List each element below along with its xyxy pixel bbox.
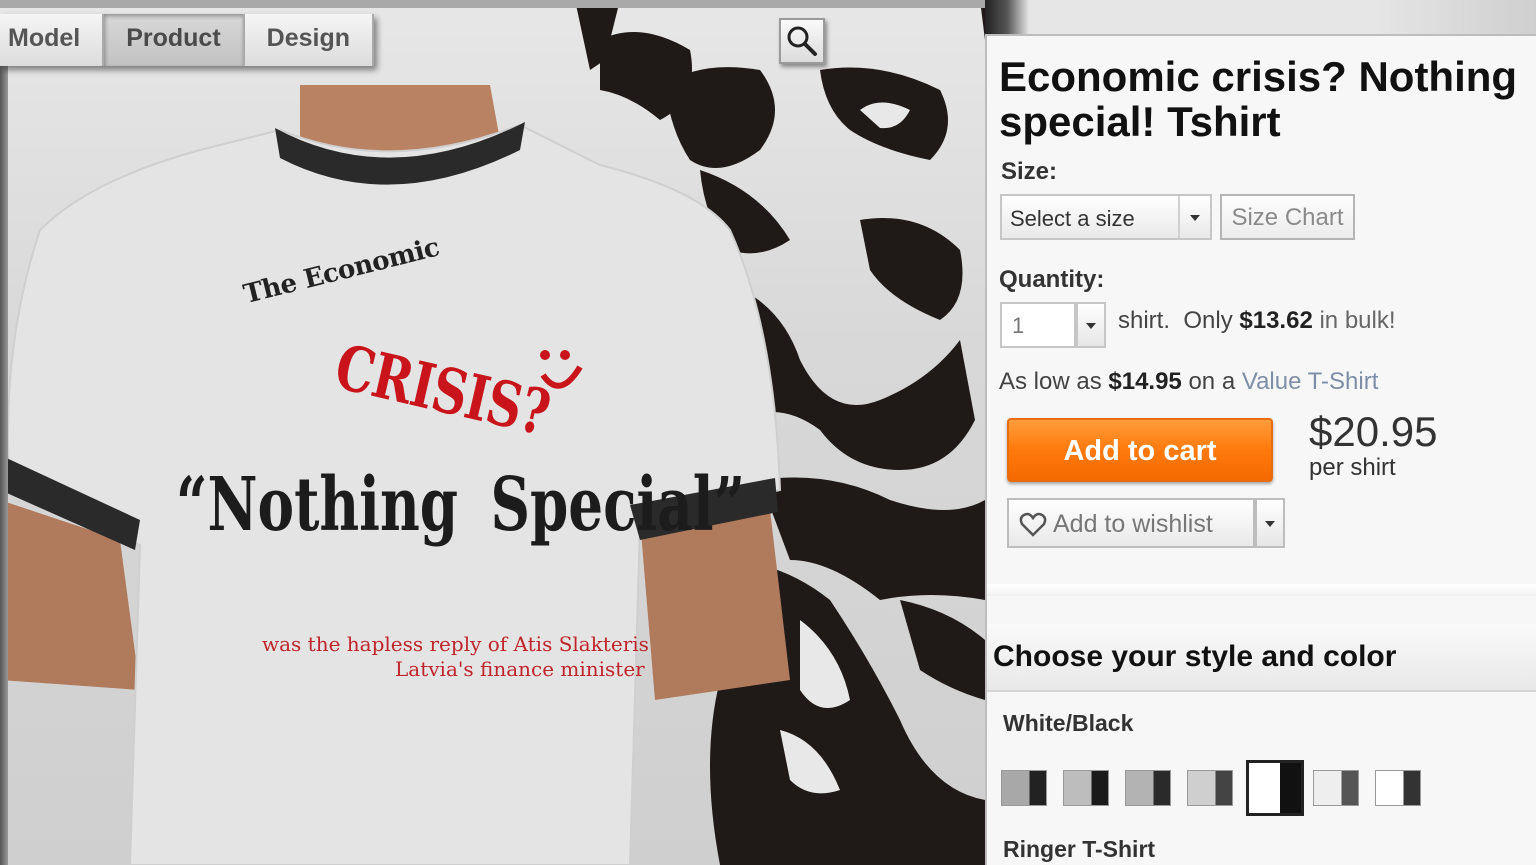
tab-design[interactable]: Design bbox=[244, 14, 375, 66]
color-swatch[interactable] bbox=[1246, 760, 1304, 816]
lowas-price: $14.95 bbox=[1108, 368, 1182, 395]
product-viewer: The Economic CRISIS? “Nothing Special” w… bbox=[0, 0, 985, 865]
chevron-down-icon bbox=[1086, 323, 1096, 329]
color-swatch[interactable] bbox=[1187, 770, 1233, 806]
selected-style-name: Ringer T-Shirt bbox=[1003, 836, 1156, 862]
lowas-prefix: As low as bbox=[999, 368, 1102, 395]
qty-bulk: in bulk! bbox=[1319, 307, 1396, 334]
heart-icon bbox=[1019, 512, 1047, 537]
viewer-top-border bbox=[0, 0, 985, 8]
price-unit: per shirt bbox=[1309, 454, 1396, 481]
price: $20.95 bbox=[1309, 408, 1438, 455]
size-label: Size: bbox=[1001, 158, 1058, 185]
viewer-left-border bbox=[0, 64, 8, 865]
zoom-button[interactable] bbox=[779, 18, 825, 64]
wishlist-label: Add to wishlist bbox=[1053, 510, 1213, 538]
chevron-down-icon bbox=[1178, 196, 1210, 238]
chevron-down-icon bbox=[1265, 521, 1275, 527]
magnifier-icon bbox=[787, 26, 817, 56]
product-panel: Economic crisis? Nothing special! Tshirt… bbox=[985, 34, 1536, 865]
style-section-header: Choose your style and color bbox=[987, 624, 1536, 692]
value-tshirt-link[interactable]: Value T-Shirt bbox=[1242, 368, 1379, 395]
size-chart-button[interactable]: Size Chart bbox=[1220, 194, 1355, 240]
add-to-cart-button[interactable]: Add to cart bbox=[1007, 418, 1273, 482]
quantity-input[interactable]: 1 bbox=[1000, 302, 1076, 348]
wishlist-dropdown[interactable] bbox=[1255, 498, 1285, 548]
view-tabs: Model Product Design bbox=[0, 14, 375, 66]
tab-product[interactable]: Product bbox=[104, 14, 245, 66]
color-swatch[interactable] bbox=[1313, 770, 1359, 806]
low-price-note: As low as $14.95 on a Value T-Shirt bbox=[999, 368, 1378, 396]
color-swatches bbox=[1001, 760, 1531, 820]
style-header-title: Choose your style and color bbox=[993, 640, 1397, 673]
qty-only: Only bbox=[1183, 307, 1233, 334]
color-swatch[interactable] bbox=[1125, 770, 1171, 806]
product-title: Economic crisis? Nothing special! Tshirt bbox=[999, 53, 1518, 145]
shirt-print-line4: was the hapless reply of Atis Slakteris bbox=[262, 632, 649, 656]
tab-model[interactable]: Model bbox=[0, 14, 105, 66]
bulk-price: $13.62 bbox=[1239, 307, 1313, 334]
bulk-price-note: shirt. Only $13.62 in bulk! bbox=[1118, 307, 1396, 335]
panel-top-strip bbox=[985, 0, 1536, 34]
section-divider bbox=[987, 584, 1536, 596]
size-select-value: Select a size bbox=[1010, 206, 1135, 231]
size-select[interactable]: Select a size bbox=[1000, 194, 1212, 240]
selected-color-name: White/Black bbox=[1003, 710, 1134, 736]
shirt-print-nothing-special: “Nothing Special” bbox=[176, 462, 746, 548]
lowas-on: on a bbox=[1188, 368, 1236, 395]
color-swatch[interactable] bbox=[1001, 770, 1047, 806]
color-swatch[interactable] bbox=[1375, 770, 1421, 806]
qty-unit: shirt. bbox=[1118, 307, 1171, 334]
quantity-dropdown[interactable] bbox=[1076, 302, 1106, 348]
add-to-wishlist-button[interactable]: Add to wishlist bbox=[1007, 498, 1255, 548]
shirt-print-line5: Latvia's finance minister bbox=[395, 657, 645, 681]
quantity-label: Quantity: bbox=[999, 266, 1105, 293]
color-swatch[interactable] bbox=[1063, 770, 1109, 806]
smiley-icon bbox=[540, 350, 583, 389]
